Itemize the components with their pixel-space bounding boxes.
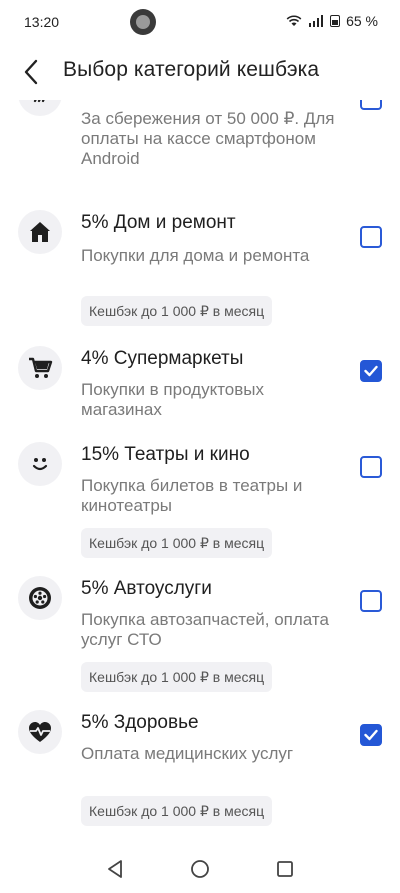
category-title: 15% Театры и кино xyxy=(81,444,250,465)
nav-back-button[interactable] xyxy=(103,857,127,881)
category-checkbox-checked[interactable] xyxy=(360,360,382,382)
category-item-auto[interactable]: 5% Автоуслуги Покупка автозапчастей, опл… xyxy=(0,576,400,696)
category-item-home[interactable]: 5% Дом и ремонт Покупки для дома и ремон… xyxy=(0,210,400,330)
category-description: Оплата медицинских услуг xyxy=(81,744,294,763)
category-checkbox[interactable] xyxy=(360,100,382,110)
notification-avatar-icon xyxy=(130,9,156,35)
nfc-icon xyxy=(18,100,62,116)
nav-home-button[interactable] xyxy=(188,857,212,881)
status-time: 13:20 xyxy=(24,14,60,30)
check-icon xyxy=(364,365,378,377)
category-description: Покупки в продуктовых магазинах xyxy=(81,380,265,419)
category-checkbox[interactable] xyxy=(360,226,382,248)
circle-home-icon xyxy=(191,860,209,878)
smile-icon xyxy=(18,442,62,486)
wheel-icon xyxy=(18,576,62,620)
category-item-health[interactable]: 5% Здоровье Оплата медицинских услуг Кеш… xyxy=(0,710,400,830)
category-title: 5% Дом и ремонт xyxy=(81,212,236,233)
square-recents-icon xyxy=(277,861,293,877)
category-title: 5% Здоровье xyxy=(81,712,199,733)
heart-pulse-icon xyxy=(18,710,62,754)
category-description: За сбережения от 50 000 ₽. Для оплаты на… xyxy=(81,109,335,168)
category-list[interactable]: За сбережения от 50 000 ₽. Для оплаты на… xyxy=(0,100,400,845)
category-description: Покупки для дома и ремонта xyxy=(81,246,310,265)
cart-icon xyxy=(18,346,62,390)
header: Выбор категорий кешбэка xyxy=(0,44,400,100)
status-indicators: 65 % xyxy=(286,13,378,29)
category-checkbox-checked[interactable] xyxy=(360,724,382,746)
cashback-limit-badge: Кешбэк до 1 000 ₽ в месяц xyxy=(81,796,273,826)
category-item-savings[interactable]: За сбережения от 50 000 ₽. Для оплаты на… xyxy=(0,100,400,200)
signal-icon xyxy=(309,15,324,27)
battery-level: 65 % xyxy=(346,13,378,29)
category-description: Покупка автозапчастей, оплата услуг СТО xyxy=(81,610,329,649)
category-checkbox[interactable] xyxy=(360,590,382,612)
nav-recents-button[interactable] xyxy=(273,857,297,881)
chevron-left-icon xyxy=(24,59,38,85)
system-nav-bar xyxy=(0,845,400,893)
category-title: 4% Супермаркеты xyxy=(81,348,244,369)
house-icon xyxy=(18,210,62,254)
category-item-theaters[interactable]: 15% Театры и кино Покупка билетов в теат… xyxy=(0,442,400,562)
wifi-icon xyxy=(286,15,302,26)
cashback-limit-badge: Кешбэк до 1 000 ₽ в месяц xyxy=(81,528,273,558)
page-title: Выбор категорий кешбэка xyxy=(63,58,320,81)
category-item-supermarkets[interactable]: 4% Супермаркеты Покупки в продуктовых ма… xyxy=(0,346,400,426)
triangle-back-icon xyxy=(108,860,122,878)
cashback-limit-badge: Кешбэк до 1 000 ₽ в месяц xyxy=(81,296,273,326)
status-bar: 13:20 65 % xyxy=(0,0,400,44)
category-title: 5% Автоуслуги xyxy=(81,578,212,599)
check-icon xyxy=(364,729,378,741)
category-description: Покупка билетов в театры и кинотеатры xyxy=(81,476,303,515)
back-button[interactable] xyxy=(14,54,50,90)
battery-icon xyxy=(330,15,341,27)
cashback-limit-badge: Кешбэк до 1 000 ₽ в месяц xyxy=(81,662,273,692)
category-checkbox[interactable] xyxy=(360,456,382,478)
